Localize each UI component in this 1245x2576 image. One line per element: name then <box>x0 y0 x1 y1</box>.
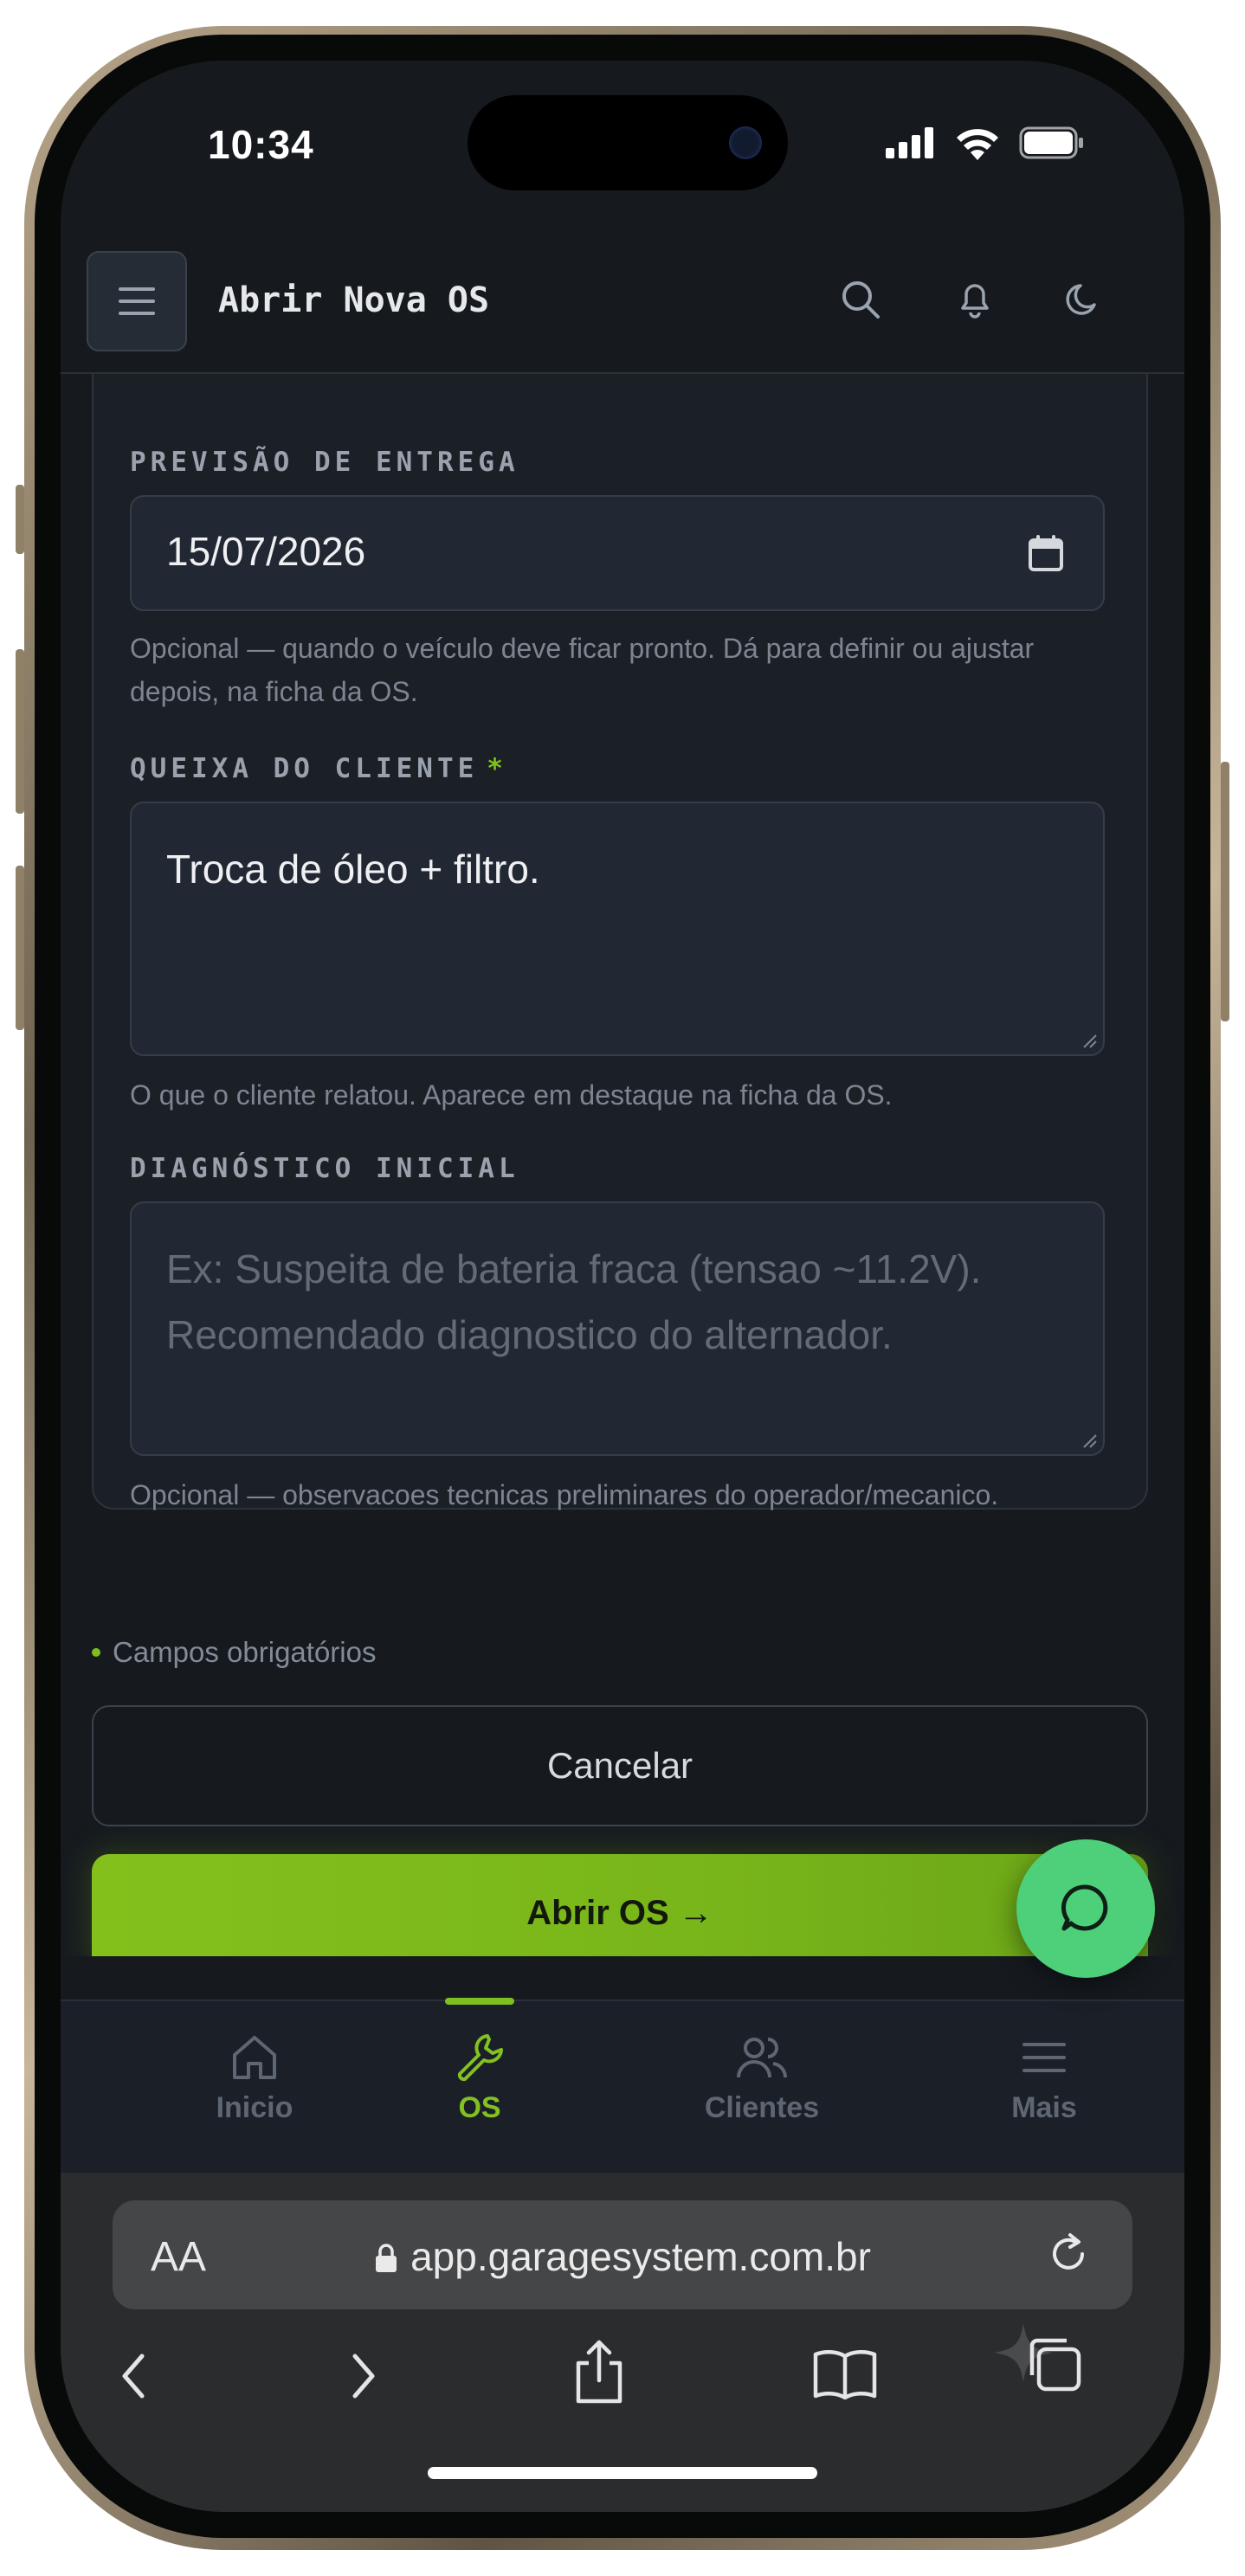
chat-button[interactable] <box>1016 1839 1155 1978</box>
calendar-icon[interactable] <box>1027 533 1065 573</box>
volume-up-button <box>16 649 24 814</box>
resize-handle-icon[interactable] <box>1079 1430 1098 1449</box>
nav-item-clientes[interactable]: Clientes <box>675 2031 848 2125</box>
cancel-button[interactable]: Cancelar <box>92 1705 1148 1826</box>
address-bar[interactable]: AA app.garagesystem.com.br <box>113 2200 1132 2309</box>
resize-handle-icon[interactable] <box>1079 1030 1098 1049</box>
bottom-nav: Inicio OS Clientes Mais <box>61 1998 1184 2174</box>
required-dot <box>92 1648 100 1657</box>
complaint-label: QUEIXA DO CLIENTE * <box>130 753 503 784</box>
bookmarks-icon[interactable] <box>810 2346 880 2403</box>
page-title: Abrir Nova OS <box>218 280 490 320</box>
home-indicator <box>428 2467 817 2479</box>
nav-label-clientes: Clientes <box>704 2091 820 2124</box>
nav-label-mais: Mais <box>1011 2091 1077 2124</box>
battery-icon <box>1019 126 1083 159</box>
delivery-date-input[interactable]: 15/07/2026 <box>130 495 1105 611</box>
signal-icon <box>886 127 933 158</box>
nav-label-inicio: Inicio <box>216 2091 294 2124</box>
share-icon[interactable] <box>571 2337 627 2406</box>
open-os-button[interactable]: Abrir OS → <box>92 1854 1148 1956</box>
volume-down-button <box>16 866 24 1030</box>
diagnosis-textarea[interactable]: Ex: Suspeita de bateria fraca (tensao ~1… <box>130 1201 1105 1456</box>
diagnosis-placeholder: Ex: Suspeita de bateria fraca (tensao ~1… <box>166 1246 982 1357</box>
users-icon <box>737 2038 788 2078</box>
complaint-text: Troca de óleo + filtro. <box>166 847 540 892</box>
reload-icon[interactable] <box>1044 2230 1093 2278</box>
chat-bubble-icon <box>1061 1884 1108 1931</box>
camera-icon <box>729 126 762 159</box>
search-icon[interactable] <box>838 277 883 322</box>
bell-icon[interactable] <box>952 277 997 322</box>
forward-icon[interactable] <box>341 2346 384 2406</box>
nav-item-mais[interactable]: Mais <box>958 2031 1131 2125</box>
required-fields-note: Campos obrigatórios <box>92 1636 376 1669</box>
tabs-icon[interactable] <box>984 2320 1087 2406</box>
nav-item-os[interactable]: OS <box>393 2031 566 2125</box>
complaint-help: O que o cliente relatou. Aparece em dest… <box>130 1079 893 1111</box>
main-content: PREVISÃO DE ENTREGA 15/07/2026 Opcional … <box>61 372 1184 1956</box>
screen: 10:34 Abrir Nova OS PREVISÃO DE ENTREGA … <box>61 61 1184 2512</box>
required-fields-text: Campos obrigatórios <box>113 1636 377 1668</box>
status-bar: 10:34 <box>61 61 1184 190</box>
menu-button[interactable] <box>87 251 187 351</box>
delivery-date-value: 15/07/2026 <box>166 529 366 574</box>
delivery-date-label: PREVISÃO DE ENTREGA <box>130 447 519 478</box>
required-star: * <box>487 753 503 784</box>
diagnosis-label: DIAGNÓSTICO INICIAL <box>130 1153 519 1184</box>
menu-icon <box>1022 2043 1066 2072</box>
nav-item-inicio[interactable]: Inicio <box>168 2031 341 2125</box>
lock-icon <box>376 2244 397 2272</box>
diagnosis-help: Opcional — observacoes tecnicas prelimin… <box>130 1479 999 1510</box>
hamburger-icon <box>119 287 155 315</box>
url-display: app.garagesystem.com.br <box>113 2233 1132 2280</box>
complaint-textarea[interactable]: Troca de óleo + filtro. <box>130 802 1105 1056</box>
complaint-label-text: QUEIXA DO CLIENTE <box>130 753 479 784</box>
delivery-date-help: Opcional — quando o veículo deve ficar p… <box>130 633 1035 707</box>
wifi-icon <box>957 129 998 160</box>
status-time: 10:34 <box>208 122 314 167</box>
moon-icon[interactable] <box>1061 277 1106 322</box>
wrench-icon <box>457 2034 503 2082</box>
power-button <box>1221 762 1229 1021</box>
url-text: app.garagesystem.com.br <box>410 2234 871 2279</box>
browser-chrome: AA app.garagesystem.com.br <box>61 2173 1184 2512</box>
status-icons <box>886 126 1085 160</box>
action-button <box>16 485 24 554</box>
app-header: Abrir Nova OS <box>61 251 1184 374</box>
active-tab-indicator <box>445 1998 514 2005</box>
nav-label-os: OS <box>458 2091 501 2124</box>
back-icon[interactable] <box>113 2346 156 2406</box>
dynamic-island <box>468 95 788 190</box>
home-icon <box>233 2036 276 2079</box>
